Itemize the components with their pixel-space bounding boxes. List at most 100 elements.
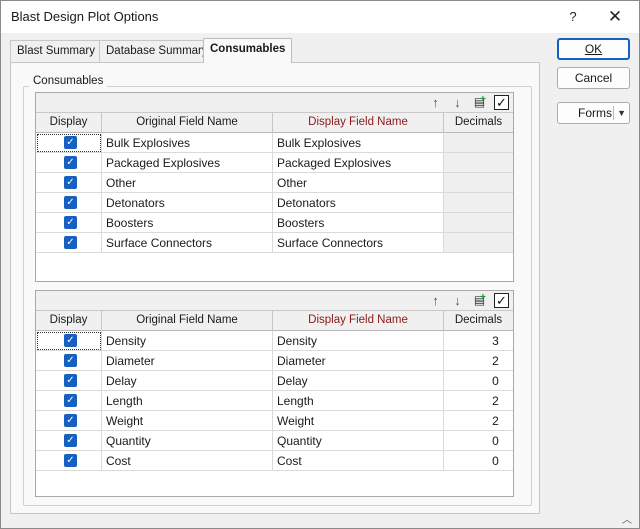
move-up-icon[interactable]: ↑ bbox=[427, 292, 444, 309]
add-column-icon[interactable]: ▤ + bbox=[471, 292, 488, 309]
display-cell[interactable]: ✓ bbox=[36, 213, 102, 233]
display-checkbox[interactable]: ✓ bbox=[64, 196, 77, 209]
display-checkbox[interactable]: ✓ bbox=[64, 434, 77, 447]
header-decimals[interactable]: Decimals bbox=[444, 113, 513, 133]
display-cell[interactable]: ✓ bbox=[36, 153, 102, 173]
display-checkbox[interactable]: ✓ bbox=[64, 236, 77, 249]
header-decimals[interactable]: Decimals bbox=[444, 311, 513, 331]
grid-header: Display Original Field Name Display Fiel… bbox=[36, 113, 513, 133]
select-all-checkbox-icon[interactable]: ✓ bbox=[494, 293, 509, 308]
display-field-name-cell[interactable]: Packaged Explosives bbox=[273, 153, 444, 173]
cancel-button-label: Cancel bbox=[574, 71, 613, 85]
decimals-cell[interactable]: 2 bbox=[444, 351, 513, 371]
table-row[interactable]: ✓ Diameter Diameter 2 bbox=[36, 351, 513, 371]
window-title: Blast Design Plot Options bbox=[11, 9, 159, 24]
header-original-field-name[interactable]: Original Field Name bbox=[102, 311, 273, 331]
display-field-name-cell[interactable]: Detonators bbox=[273, 193, 444, 213]
header-display-field-name[interactable]: Display Field Name bbox=[273, 113, 444, 133]
display-checkbox[interactable]: ✓ bbox=[64, 176, 77, 189]
header-original-field-name[interactable]: Original Field Name bbox=[102, 113, 273, 133]
decimals-cell bbox=[444, 213, 513, 233]
display-cell[interactable]: ✓ bbox=[36, 133, 102, 153]
display-checkbox[interactable]: ✓ bbox=[64, 354, 77, 367]
display-checkbox[interactable]: ✓ bbox=[64, 414, 77, 427]
decimals-cell[interactable]: 2 bbox=[444, 391, 513, 411]
display-cell[interactable]: ✓ bbox=[36, 371, 102, 391]
display-cell[interactable]: ✓ bbox=[36, 431, 102, 451]
display-field-name-cell[interactable]: Density bbox=[273, 331, 444, 351]
display-cell[interactable]: ✓ bbox=[36, 233, 102, 253]
close-button[interactable]: ✕ bbox=[599, 5, 631, 29]
help-button[interactable]: ? bbox=[557, 5, 589, 29]
table-row[interactable]: ✓ Cost Cost 0 bbox=[36, 451, 513, 471]
decimals-cell[interactable]: 3 bbox=[444, 331, 513, 351]
group-label: Consumables bbox=[29, 75, 108, 87]
display-checkbox[interactable]: ✓ bbox=[64, 216, 77, 229]
display-checkbox[interactable]: ✓ bbox=[64, 454, 77, 467]
table-row[interactable]: ✓ Other Other bbox=[36, 173, 513, 193]
display-field-name-cell[interactable]: Surface Connectors bbox=[273, 233, 444, 253]
display-field-name-cell[interactable]: Cost bbox=[273, 451, 444, 471]
chevron-down-icon[interactable]: ▼ bbox=[617, 103, 626, 123]
tab-consumables[interactable]: Consumables bbox=[203, 38, 293, 63]
forms-button-label: Forms bbox=[578, 106, 612, 120]
move-down-icon[interactable]: ↓ bbox=[449, 292, 466, 309]
decimals-cell[interactable]: 0 bbox=[444, 431, 513, 451]
decimals-cell bbox=[444, 133, 513, 153]
display-field-name-cell[interactable]: Delay bbox=[273, 371, 444, 391]
header-display-field-name[interactable]: Display Field Name bbox=[273, 311, 444, 331]
table-row[interactable]: ✓ Quantity Quantity 0 bbox=[36, 431, 513, 451]
display-checkbox[interactable]: ✓ bbox=[64, 136, 77, 149]
header-display[interactable]: Display bbox=[36, 311, 102, 331]
table-row[interactable]: ✓ Packaged Explosives Packaged Explosives bbox=[36, 153, 513, 173]
display-field-name-cell[interactable]: Length bbox=[273, 391, 444, 411]
display-field-name-cell[interactable]: Other bbox=[273, 173, 444, 193]
display-cell[interactable]: ✓ bbox=[36, 351, 102, 371]
select-all-checkbox-icon[interactable]: ✓ bbox=[494, 95, 509, 110]
display-cell[interactable]: ✓ bbox=[36, 451, 102, 471]
move-up-icon[interactable]: ↑ bbox=[427, 94, 444, 111]
display-cell[interactable]: ✓ bbox=[36, 193, 102, 213]
decimals-cell bbox=[444, 153, 513, 173]
decimals-cell[interactable]: 0 bbox=[444, 451, 513, 471]
decimals-cell bbox=[444, 173, 513, 193]
move-down-icon[interactable]: ↓ bbox=[449, 94, 466, 111]
display-field-name-cell[interactable]: Boosters bbox=[273, 213, 444, 233]
display-field-name-cell[interactable]: Weight bbox=[273, 411, 444, 431]
table-row[interactable]: ✓ Boosters Boosters bbox=[36, 213, 513, 233]
resize-grip-icon[interactable]: ︿ bbox=[622, 511, 632, 526]
table-row[interactable]: ✓ Bulk Explosives Bulk Explosives bbox=[36, 133, 513, 153]
add-column-icon[interactable]: ▤ + bbox=[471, 94, 488, 111]
display-cell[interactable]: ✓ bbox=[36, 331, 102, 351]
table-row[interactable]: ✓ Delay Delay 0 bbox=[36, 371, 513, 391]
header-display[interactable]: Display bbox=[36, 113, 102, 133]
display-cell[interactable]: ✓ bbox=[36, 411, 102, 431]
display-checkbox[interactable]: ✓ bbox=[64, 156, 77, 169]
display-checkbox[interactable]: ✓ bbox=[64, 374, 77, 387]
display-cell[interactable]: ✓ bbox=[36, 173, 102, 193]
forms-button[interactable]: Forms ▼ bbox=[557, 102, 630, 124]
original-field-name-cell: Quantity bbox=[102, 431, 273, 451]
grid-header: Display Original Field Name Display Fiel… bbox=[36, 311, 513, 331]
original-field-name-cell: Length bbox=[102, 391, 273, 411]
table-row[interactable]: ✓ Detonators Detonators bbox=[36, 193, 513, 213]
original-field-name-cell: Weight bbox=[102, 411, 273, 431]
table-row[interactable]: ✓ Density Density 3 bbox=[36, 331, 513, 351]
cancel-button[interactable]: Cancel bbox=[557, 67, 630, 89]
display-field-name-cell[interactable]: Diameter bbox=[273, 351, 444, 371]
tab-database-summary[interactable]: Database Summary bbox=[99, 40, 215, 62]
display-field-name-cell[interactable]: Bulk Explosives bbox=[273, 133, 444, 153]
table-row[interactable]: ✓ Length Length 2 bbox=[36, 391, 513, 411]
display-checkbox[interactable]: ✓ bbox=[64, 334, 77, 347]
display-field-name-cell[interactable]: Quantity bbox=[273, 431, 444, 451]
decimals-cell[interactable]: 2 bbox=[444, 411, 513, 431]
table-row[interactable]: ✓ Weight Weight 2 bbox=[36, 411, 513, 431]
ok-button-label: OK bbox=[584, 42, 603, 56]
display-cell[interactable]: ✓ bbox=[36, 391, 102, 411]
decimals-cell[interactable]: 0 bbox=[444, 371, 513, 391]
display-checkbox[interactable]: ✓ bbox=[64, 394, 77, 407]
original-field-name-cell: Cost bbox=[102, 451, 273, 471]
ok-button[interactable]: OK bbox=[557, 38, 630, 60]
tab-blast-summary[interactable]: Blast Summary bbox=[10, 40, 102, 62]
table-row[interactable]: ✓ Surface Connectors Surface Connectors bbox=[36, 233, 513, 253]
